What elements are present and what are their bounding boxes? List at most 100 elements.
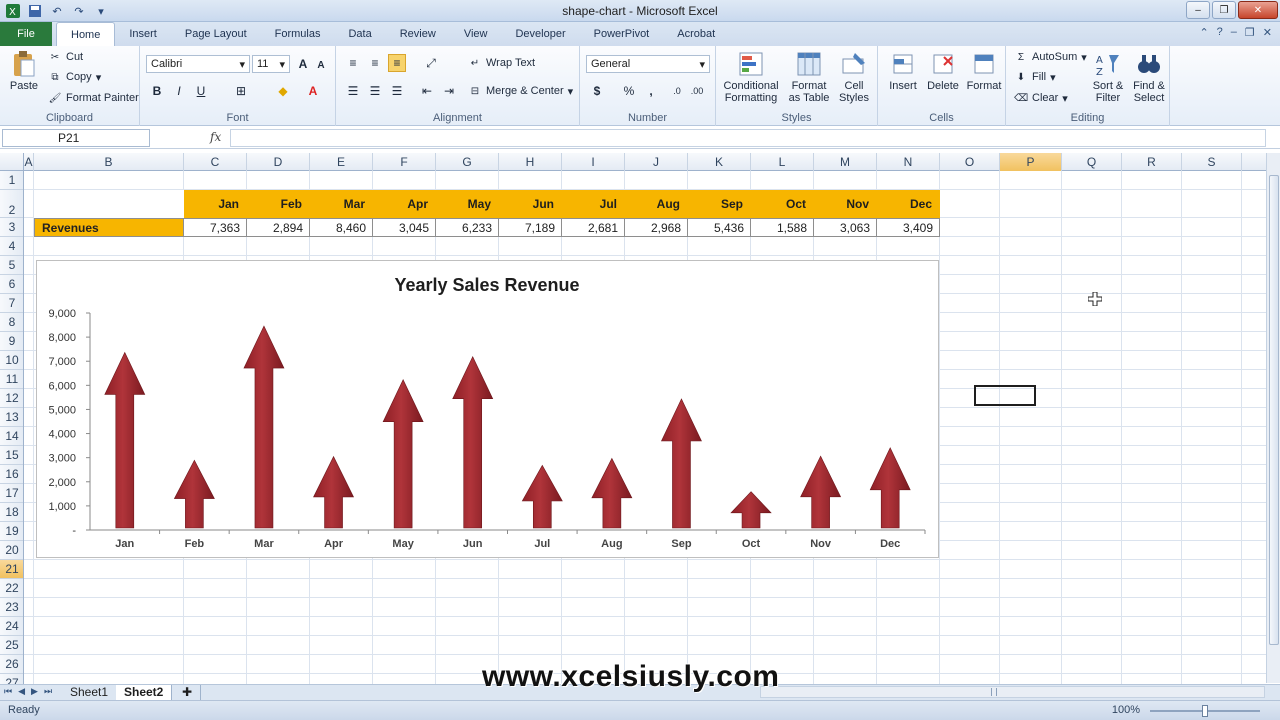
revenue-value-cell[interactable]: 7,363 [184,218,247,237]
row-header-18[interactable]: 18 [0,503,23,522]
align-middle-icon[interactable]: ≡ [366,54,384,72]
tab-home[interactable]: Home [56,22,116,46]
row-header-13[interactable]: 13 [0,408,23,427]
horizontal-scrollbar[interactable] [760,686,1265,698]
yearly-sales-chart[interactable]: Yearly Sales Revenue 9,000 8,000 7,000 6,000… [36,260,939,558]
next-sheet-icon[interactable]: ▶ [31,686,38,697]
revenue-value-cell[interactable]: 2,894 [247,218,310,237]
italic-button[interactable]: I [170,82,188,100]
vertical-scrollbar[interactable] [1266,153,1280,683]
wrap-text-button[interactable]: ↵ Wrap Text [468,56,535,70]
row-header-2[interactable]: 2 [0,190,23,218]
column-header-e[interactable]: E [310,153,373,171]
column-header-f[interactable]: F [373,153,436,171]
underline-button[interactable]: U [192,82,210,100]
column-header-b[interactable]: B [34,153,184,171]
header-blank-cell[interactable] [34,190,184,218]
tab-review[interactable]: Review [386,22,450,46]
row-header-17[interactable]: 17 [0,484,23,503]
column-header-o[interactable]: O [940,153,1000,171]
borders-icon[interactable]: ⊞ [232,82,250,100]
tab-page-layout[interactable]: Page Layout [171,22,261,46]
align-bottom-icon[interactable]: ≡ [388,54,406,72]
font-color-icon[interactable]: A [304,82,322,100]
percent-icon[interactable]: % [620,82,638,100]
comma-icon[interactable]: , [642,82,660,100]
format-as-table-button[interactable]: Format as Table [784,50,834,104]
month-header-cell[interactable]: Dec [877,190,940,218]
align-center-icon[interactable]: ☰ [366,82,384,100]
shrink-font-icon[interactable]: A [312,56,330,74]
sort-filter-button[interactable]: AZ Sort & Filter [1088,50,1128,104]
align-right-icon[interactable]: ☰ [388,82,406,100]
cell-styles-button[interactable]: Cell Styles [834,50,874,104]
column-header-d[interactable]: D [247,153,310,171]
zoom-level[interactable]: 100% [1112,704,1140,716]
conditional-formatting-button[interactable]: Conditional Formatting [720,50,782,104]
revenue-value-cell[interactable]: 3,045 [373,218,436,237]
bold-button[interactable]: B [148,82,166,100]
revenue-value-cell[interactable]: 7,189 [499,218,562,237]
horizontal-scroll-splitter[interactable] [991,688,997,696]
month-header-cell[interactable]: Sep [688,190,751,218]
row-header-4[interactable]: 4 [0,237,23,256]
column-header-g[interactable]: G [436,153,499,171]
row-header-7[interactable]: 7 [0,294,23,313]
column-header-k[interactable]: K [688,153,751,171]
row-header-22[interactable]: 22 [0,579,23,598]
format-painter-button[interactable]: 🖌 Format Painter [48,91,139,105]
tab-powerpivot[interactable]: PowerPivot [580,22,664,46]
row-header-16[interactable]: 16 [0,465,23,484]
column-header-a[interactable]: A [24,153,34,171]
column-header-l[interactable]: L [751,153,814,171]
prev-sheet-icon[interactable]: ◀ [18,686,25,697]
grow-font-icon[interactable]: A [294,55,312,73]
fill-color-icon[interactable]: ◆ [274,82,292,100]
currency-icon[interactable]: $ [588,82,606,100]
row-header-27[interactable]: 27 [0,674,23,684]
row-header-19[interactable]: 19 [0,522,23,541]
column-header-s[interactable]: S [1182,153,1242,171]
font-name-select[interactable]: Calibri ▾ [146,55,250,73]
autosum-button[interactable]: Σ AutoSum ▾ [1014,50,1087,64]
align-left-icon[interactable]: ☰ [344,82,362,100]
formula-input[interactable] [230,129,1266,147]
month-header-cell[interactable]: Aug [625,190,688,218]
row-header-5[interactable]: 5 [0,256,23,275]
tab-acrobat[interactable]: Acrobat [663,22,729,46]
revenue-value-cell[interactable]: 5,436 [688,218,751,237]
sheet-tab-sheet2[interactable]: Sheet2 [116,685,173,700]
decrease-indent-icon[interactable]: ⇤ [418,82,436,100]
row-header-24[interactable]: 24 [0,617,23,636]
copy-button[interactable]: ⧉ Copy ▾ [48,70,101,84]
column-header-i[interactable]: I [562,153,625,171]
column-header-h[interactable]: H [499,153,562,171]
row-header-10[interactable]: 10 [0,351,23,370]
month-header-cell[interactable]: Jan [184,190,247,218]
minimize-icon[interactable]: – [1186,1,1210,19]
workbook-close-icon[interactable]: ✕ [1263,26,1272,39]
tab-developer[interactable]: Developer [501,22,579,46]
column-header-n[interactable]: N [877,153,940,171]
column-header-r[interactable]: R [1122,153,1182,171]
row-header-23[interactable]: 23 [0,598,23,617]
column-header-p[interactable]: P [1000,153,1062,171]
first-sheet-icon[interactable]: ⏮ [4,686,12,697]
tab-view[interactable]: View [450,22,502,46]
row-header-14[interactable]: 14 [0,427,23,446]
tab-data[interactable]: Data [334,22,385,46]
clear-button[interactable]: ⌫ Clear ▾ [1014,91,1068,105]
row-header-20[interactable]: 20 [0,541,23,560]
row-header-9[interactable]: 9 [0,332,23,351]
revenue-value-cell[interactable]: 6,233 [436,218,499,237]
font-size-select[interactable]: 11 ▾ [252,55,290,73]
row-header-12[interactable]: 12 [0,389,23,408]
revenue-value-cell[interactable]: 2,968 [625,218,688,237]
workbook-restore-icon[interactable]: ❐ [1245,26,1255,39]
selected-cell-p21[interactable] [974,385,1036,406]
row-header-11[interactable]: 11 [0,370,23,389]
row-header-25[interactable]: 25 [0,636,23,655]
row-header-26[interactable]: 26 [0,655,23,674]
cut-button[interactable]: ✂ Cut [48,50,83,64]
insert-function-icon[interactable]: fx [210,130,221,144]
